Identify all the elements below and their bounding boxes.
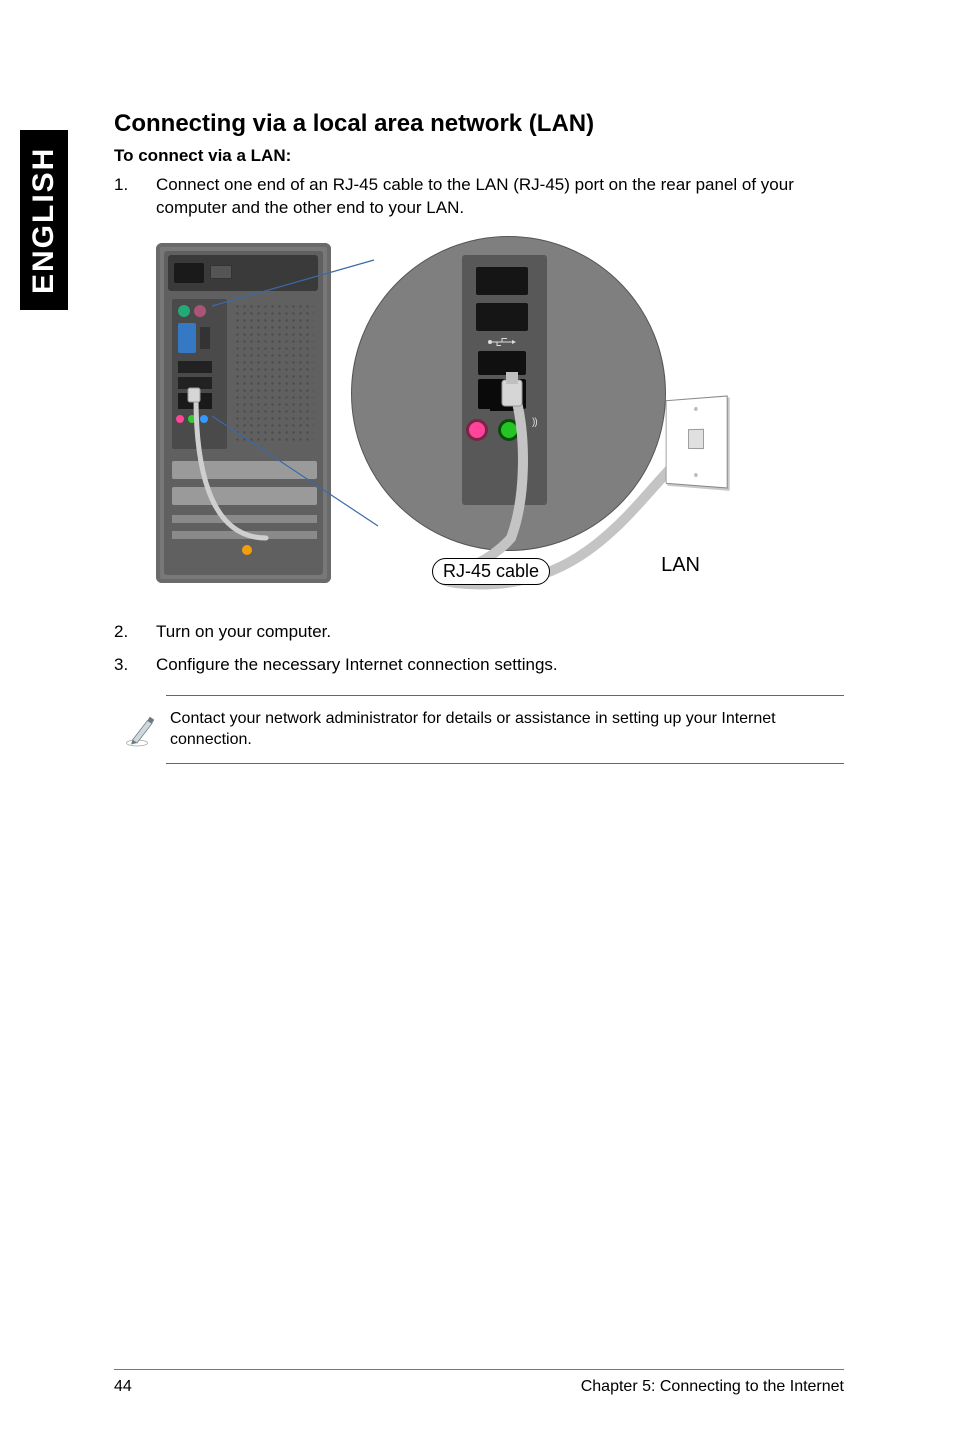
page-number: 44 — [114, 1378, 132, 1396]
figure-lan-connection: )) — [156, 238, 844, 593]
step-1: 1.Connect one end of an RJ-45 cable to t… — [114, 174, 844, 220]
pencil-icon — [114, 695, 166, 764]
step-text: Connect one end of an RJ-45 cable to the… — [156, 174, 844, 220]
chapter-label: Chapter 5: Connecting to the Internet — [581, 1378, 844, 1396]
label-rj45-cable: RJ-45 cable — [432, 558, 550, 585]
step-2: 2.Turn on your computer. — [114, 621, 844, 644]
zoom-detail: )) — [351, 236, 666, 551]
pc-tower-rear — [156, 243, 331, 583]
note-text: Contact your network administrator for d… — [166, 695, 844, 764]
step-text: Turn on your computer. — [156, 621, 844, 644]
language-tab: ENGLISH — [20, 130, 68, 310]
step-3: 3.Configure the necessary Internet conne… — [114, 654, 844, 677]
section-subhead: To connect via a LAN: — [114, 146, 844, 166]
lan-port-icon — [478, 379, 526, 409]
section-heading: Connecting via a local area network (LAN… — [114, 110, 844, 138]
wall-lan-plate — [666, 395, 728, 488]
note-block: Contact your network administrator for d… — [114, 695, 844, 764]
page-footer: 44 Chapter 5: Connecting to the Internet — [114, 1369, 844, 1396]
label-lan: LAN — [661, 554, 700, 577]
step-text: Configure the necessary Internet connect… — [156, 654, 844, 677]
